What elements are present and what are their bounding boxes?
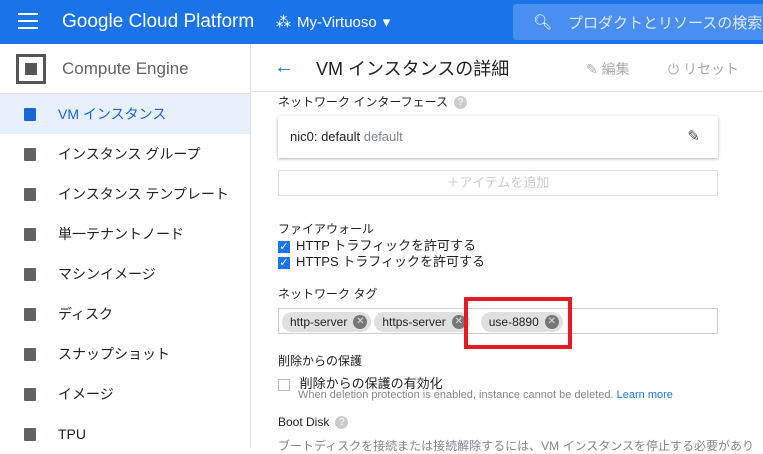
search-icon: 🔍︎	[533, 14, 553, 31]
learn-more-link[interactable]: Learn more	[617, 389, 673, 401]
sidebar-item-images[interactable]: イメージ	[0, 374, 250, 414]
page-header: ← VM インスタンスの詳細 ✎ 編集 ⏻ リセット	[252, 44, 763, 92]
reset-label: リセット	[682, 61, 739, 77]
sidebar-item-vm-instances[interactable]: VM インスタンス	[0, 94, 250, 134]
snapshot-icon	[24, 347, 36, 361]
sidebar-item-snapshots[interactable]: スナップショット	[0, 334, 250, 374]
project-name: My-Virtuoso	[297, 13, 377, 31]
boot-disk-label: Boot Disk?	[278, 415, 349, 430]
sidebar: Compute Engine VM インスタンス インスタンス グループ インス…	[0, 44, 251, 448]
help-icon[interactable]: ?	[335, 416, 349, 430]
help-icon[interactable]: ?	[454, 96, 468, 110]
add-item-label: アイテムを追加	[459, 175, 550, 190]
edit-button[interactable]: ✎ 編集	[586, 59, 630, 79]
sidebar-item-label: VM インスタンス	[58, 106, 167, 122]
sidebar-item-instance-templates[interactable]: インスタンス テンプレート	[0, 174, 250, 214]
label-text: ネットワーク インターフェース	[278, 95, 449, 109]
menu-icon[interactable]	[18, 13, 38, 29]
sidebar-item-label: インスタンス テンプレート	[58, 186, 229, 202]
sidebar-item-sole-tenant-nodes[interactable]: 単一テナントノード	[0, 214, 250, 254]
tag-label: https-server	[382, 315, 446, 329]
sidebar-item-label: ディスク	[58, 306, 114, 322]
chevron-down-icon: ▾	[382, 14, 391, 31]
deletion-note: When deletion protection is enabled, ins…	[298, 389, 673, 401]
reset-button[interactable]: ⏻ リセット	[668, 59, 739, 79]
chip-icon	[16, 53, 46, 84]
sidebar-item-disks[interactable]: ディスク	[0, 294, 250, 334]
vm-icon	[24, 107, 36, 121]
tag-chip: https-server ✕	[374, 312, 470, 332]
note-text: When deletion protection is enabled, ins…	[298, 389, 614, 401]
https-checkbox[interactable]: ✓ HTTPS トラフィックを許可する	[278, 251, 485, 270]
brand-logo[interactable]: Google Cloud Platform	[62, 11, 254, 33]
machine-image-icon	[24, 267, 36, 281]
remove-tag-icon[interactable]: ✕	[353, 315, 368, 329]
page-title: VM インスタンスの詳細	[316, 58, 510, 79]
boot-disk-text: ブートディスクを接続または接続解除するには、VM インスタンスを停止する必要があ…	[278, 439, 755, 453]
sidebar-item-label: イメージ	[58, 386, 114, 402]
checkbox-checked-icon[interactable]: ✓	[278, 256, 290, 269]
sidebar-item-instance-groups[interactable]: インスタンス グループ	[0, 134, 250, 174]
checkbox-label: HTTPS トラフィックを許可する	[296, 254, 485, 269]
template-icon	[24, 187, 36, 201]
top-bar: Google Cloud Platform ⁂ My-Virtuoso ▾ 🔍︎ プロ…	[0, 0, 763, 44]
sidebar-item-machine-images[interactable]: マシンイメージ	[0, 254, 250, 294]
image-icon	[24, 387, 36, 401]
search-input[interactable]: 🔍︎ プロダクトとリソースの検索	[513, 4, 763, 40]
network-interface-label: ネットワーク インターフェース?	[278, 93, 468, 110]
back-arrow-icon[interactable]: ←	[274, 56, 294, 79]
highlight-box	[464, 297, 572, 349]
group-icon	[24, 147, 36, 161]
sidebar-item-label: 単一テナントノード	[58, 226, 184, 242]
nic-name: nic0: default	[290, 129, 361, 144]
tag-label: http-server	[290, 315, 348, 329]
disk-icon	[24, 307, 36, 321]
project-icon: ⁂	[276, 14, 291, 31]
sidebar-item-label: スナップショット	[58, 346, 170, 362]
sidebar-item-tpu[interactable]: TPU	[0, 414, 250, 454]
tpu-icon	[24, 427, 36, 441]
label-text: Boot Disk	[278, 415, 330, 429]
nic-network: default	[363, 129, 403, 144]
project-selector[interactable]: ⁂ My-Virtuoso ▾	[276, 13, 391, 32]
deletion-protection-label: 削除からの保護	[278, 354, 363, 368]
nic-card[interactable]: nic0: default default ✎	[278, 116, 718, 158]
sidebar-item-label: インスタンス グループ	[58, 146, 201, 162]
add-item-button[interactable]: ＋アイテムを追加	[278, 170, 718, 196]
sidebar-header: Compute Engine	[0, 44, 250, 94]
network-tags-label: ネットワーク タグ	[278, 287, 378, 301]
search-placeholder: プロダクトとリソースの検索	[568, 15, 763, 32]
sidebar-title: Compute Engine	[62, 58, 189, 78]
checkbox-unchecked-icon[interactable]	[278, 378, 290, 391]
sidebar-item-label: マシンイメージ	[58, 266, 156, 282]
edit-label: 編集	[601, 61, 630, 77]
tag-chip: http-server ✕	[282, 312, 372, 332]
edit-pencil-icon[interactable]: ✎	[687, 127, 700, 145]
sidebar-item-label: TPU	[58, 426, 86, 442]
node-icon	[24, 227, 36, 241]
